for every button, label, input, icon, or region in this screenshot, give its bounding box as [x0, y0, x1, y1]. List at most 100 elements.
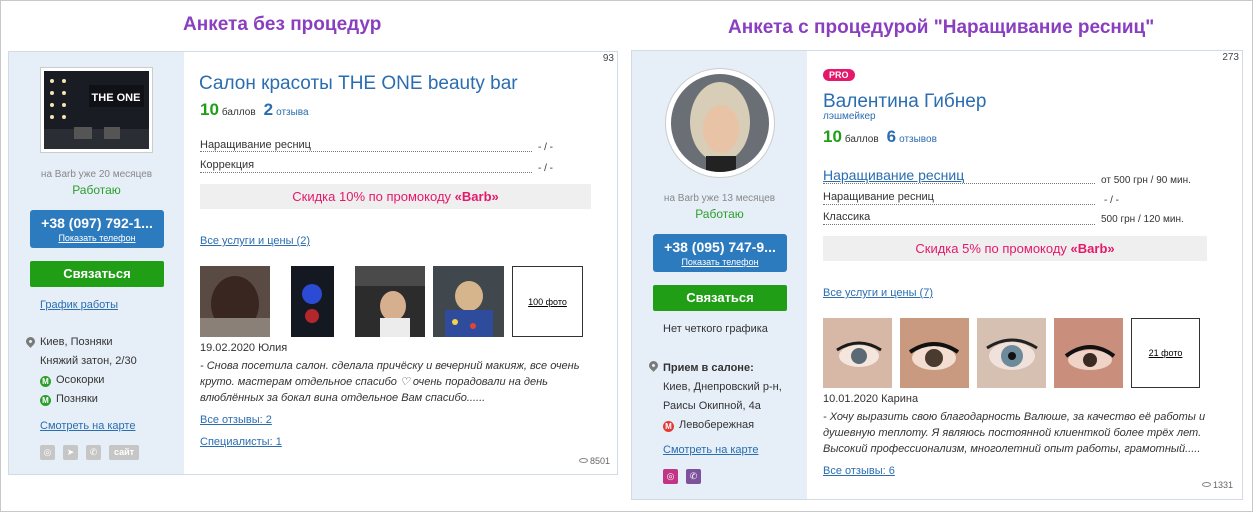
service-price: от 500 грн / 90 мин.: [1101, 175, 1191, 186]
schedule-text: Нет четкого графика: [663, 323, 768, 335]
gallery-photo[interactable]: [291, 266, 334, 337]
review-text: - Хочу выразить свою благодарность Валюш…: [823, 411, 1206, 455]
more-photos-link[interactable]: 21 фото: [1131, 318, 1200, 388]
views-value: 8501: [590, 456, 611, 466]
promo-code: «Barb»: [454, 189, 499, 204]
metro-station: М Левобережная: [663, 416, 782, 435]
address-street: Княжий затон, 2/30: [40, 355, 137, 367]
promo-text: Скидка 10% по промокоду: [292, 189, 455, 204]
gallery-photo-image: [977, 318, 1046, 388]
promo-text: Скидка 5% по промокоду: [915, 241, 1071, 256]
logo-text: THE ONE: [92, 92, 141, 104]
views-counter: 8501: [579, 456, 610, 466]
show-phone-link[interactable]: Показать телефон: [653, 257, 787, 267]
show-phone-link[interactable]: Показать телефон: [30, 233, 164, 243]
address-city: Киев, Днепровский р-н,: [663, 381, 782, 393]
metro-icon: М: [40, 395, 51, 406]
specialists-link[interactable]: Специалисты: 1: [200, 436, 282, 448]
salon-logo[interactable]: THE ONE: [40, 67, 153, 153]
service-price: 500 грн / 120 мин.: [1101, 214, 1184, 225]
master-name[interactable]: Валентина Гибнер: [823, 91, 986, 113]
gallery-photo[interactable]: [200, 266, 270, 337]
metro-icon: М: [663, 421, 674, 432]
points-value: 10: [200, 100, 219, 119]
right-heading: Анкета с процедурой "Наращивание ресниц": [728, 17, 1155, 38]
gallery-photo-image: [291, 266, 334, 337]
gallery-photo[interactable]: [977, 318, 1046, 388]
service-name: Наращивание ресниц: [200, 139, 311, 151]
instagram-icon[interactable]: ◎: [663, 469, 678, 484]
phone-button[interactable]: +38 (095) 747-9... Показать телефон: [653, 234, 787, 272]
service-price: - / -: [1104, 195, 1119, 206]
contact-button[interactable]: Связаться: [653, 285, 787, 311]
service-dots: [200, 151, 532, 152]
gallery-photo-image: [1054, 318, 1123, 388]
metro-station: М Позняки: [40, 390, 137, 409]
gallery-photo[interactable]: [900, 318, 969, 388]
service-dots: [200, 172, 532, 173]
map-link[interactable]: Смотреть на карте: [40, 420, 135, 432]
instagram-icon[interactable]: ◎: [40, 445, 55, 460]
reviews-count[interactable]: 2: [264, 100, 273, 119]
map-link[interactable]: Смотреть на карте: [663, 444, 758, 456]
rating-row: 10 баллов 6 отзывов: [823, 127, 937, 147]
viber-icon[interactable]: ✆: [686, 469, 701, 484]
phone-number: +38 (095) 747-9...: [664, 239, 776, 255]
schedule-link[interactable]: График работы: [40, 299, 118, 311]
gallery-photo[interactable]: [355, 266, 425, 337]
more-photos-link[interactable]: 100 фото: [512, 266, 583, 337]
metro-name: Позняки: [56, 393, 98, 405]
all-reviews-link[interactable]: Все отзывы: 6: [823, 465, 895, 477]
reviews-label[interactable]: отзывов: [899, 134, 937, 145]
salon-logo-image: THE ONE: [44, 71, 149, 149]
gallery-photo[interactable]: [433, 266, 504, 337]
contact-button[interactable]: Связаться: [30, 261, 164, 287]
promo-banner: Скидка 10% по промокоду «Barb»: [200, 184, 591, 209]
gallery-photo-image: [433, 266, 504, 337]
salon-title[interactable]: Салон красоты THE ONE beauty bar: [199, 73, 518, 95]
work-status: Работаю: [72, 183, 121, 197]
service-price: - / -: [538, 163, 553, 174]
service-name-highlighted[interactable]: Наращивание ресниц: [823, 167, 964, 183]
gallery-photo-image: [900, 318, 969, 388]
service-dots: [823, 204, 1095, 205]
all-services-link[interactable]: Все услуги и цены (2): [200, 235, 310, 247]
address-city: Киев, Позняки: [40, 336, 113, 348]
service-name: Наращивание ресниц: [823, 191, 934, 203]
master-role: лэшмейкер: [823, 111, 876, 122]
avatar-image: [671, 74, 769, 172]
reviews-label[interactable]: отзыва: [276, 107, 308, 118]
work-status: Работаю: [695, 207, 744, 221]
review-date-author: 10.01.2020 Карина: [823, 393, 919, 405]
views-counter: 1331: [1202, 480, 1233, 490]
all-reviews-link[interactable]: Все отзывы: 2: [200, 414, 272, 426]
all-services-link[interactable]: Все услуги и цены (7): [823, 287, 933, 299]
gallery-photo-image: [355, 266, 425, 337]
gallery-photo-image: [823, 318, 892, 388]
eye-icon: [1202, 482, 1211, 487]
promo-code: «Barb»: [1070, 241, 1115, 256]
reviews-count[interactable]: 6: [887, 127, 896, 146]
on-barb-duration: на Barb уже 13 месяцев: [663, 193, 776, 204]
review-date-author: 19.02.2020 Юлия: [200, 342, 288, 354]
gallery-photo-image: [200, 266, 270, 337]
telegram-icon[interactable]: ➤: [63, 445, 78, 460]
avatar[interactable]: [665, 68, 775, 178]
service-name: Классика: [823, 211, 871, 223]
reception-label: Прием в салоне:: [663, 362, 754, 374]
rating-row: 10 баллов 2 отзыва: [200, 100, 309, 120]
phone-button[interactable]: +38 (097) 792-1... Показать телефон: [30, 210, 164, 248]
website-button[interactable]: сайт: [109, 445, 139, 460]
profile-counter: 273: [1222, 52, 1239, 63]
gallery-photo[interactable]: [1054, 318, 1123, 388]
right-profile-card: 273 на Barb уже 13 месяцев Работаю +38 (…: [631, 50, 1243, 500]
service-dots: [823, 224, 1095, 225]
viber-icon[interactable]: ✆: [86, 445, 101, 460]
left-heading: Анкета без процедур: [183, 14, 382, 35]
address-street: Раисы Окипной, 4а: [663, 400, 761, 412]
service-price: - / -: [538, 142, 553, 153]
profile-counter: 93: [602, 53, 614, 64]
gallery-photo[interactable]: [823, 318, 892, 388]
eye-icon: [579, 458, 588, 463]
views-value: 1331: [1213, 480, 1234, 490]
